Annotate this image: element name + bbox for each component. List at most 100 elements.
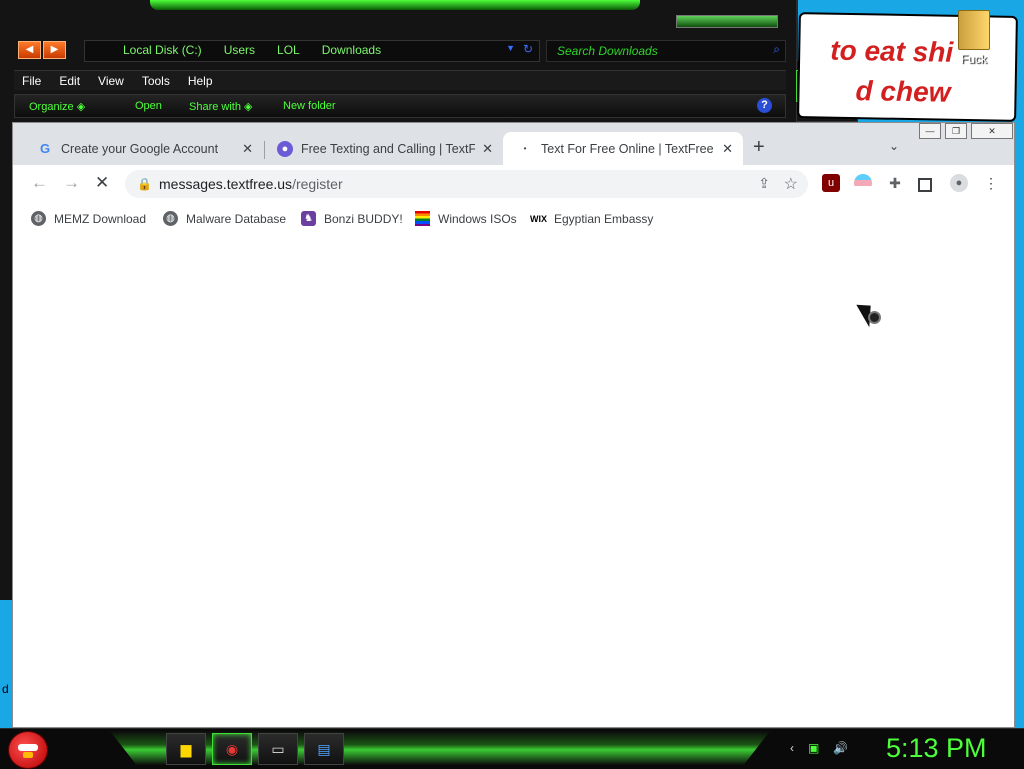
globe-icon: ◍: [163, 211, 178, 226]
window-top-glow: [150, 0, 640, 10]
refresh-icon[interactable]: ↻: [523, 42, 533, 56]
wix-icon: WIX: [530, 213, 547, 224]
forward-button[interactable]: ▶: [43, 41, 66, 59]
organize-button[interactable]: Organize ◈: [29, 100, 85, 113]
back-arrow-icon[interactable]: ←: [31, 173, 48, 193]
new-folder-button[interactable]: New folder: [283, 100, 336, 112]
url-path: /register: [292, 176, 343, 192]
loading-dot-icon: •: [523, 144, 527, 153]
new-tab-button[interactable]: +: [753, 136, 765, 159]
forward-arrow-icon[interactable]: →: [63, 173, 80, 193]
search-placeholder: Search Downloads: [557, 44, 658, 58]
maximize-button[interactable]: ❐: [945, 123, 967, 139]
google-icon: G: [39, 141, 51, 156]
desktop-folder-icon[interactable]: Fuck: [954, 10, 994, 70]
bookmark-star-icon[interactable]: ☆: [784, 174, 798, 194]
tab-textfree-online[interactable]: • Text For Free Online | TextFree W ✕: [503, 132, 743, 165]
url-text: messages.textfree.us/register: [159, 176, 343, 192]
tab-title: Create your Google Account: [61, 141, 219, 156]
explorer-search-input[interactable]: Search Downloads ⌕: [546, 40, 786, 62]
more-menu-icon[interactable]: ⋮: [982, 174, 1000, 192]
rainbow-flag-icon: [415, 211, 430, 226]
help-icon[interactable]: ?: [757, 98, 772, 113]
breadcrumb-item[interactable]: Downloads: [322, 43, 381, 57]
tab-title: Free Texting and Calling | TextFre: [301, 141, 475, 156]
taskbar-pinned-apps: ▆ ◉ ▭ ▤: [166, 733, 344, 765]
bookmark-label: Egyptian Embassy: [554, 211, 654, 226]
explorer-menubar: File Edit View Tools Help: [14, 70, 786, 90]
bonzi-icon: ♞: [301, 211, 316, 226]
close-icon[interactable]: ✕: [482, 141, 493, 157]
window-controls: — ❐ ✕: [919, 123, 1013, 139]
network-icon[interactable]: ▣: [808, 741, 819, 755]
breadcrumb-item[interactable]: Local Disk (C:): [123, 43, 202, 57]
tab-strip: G Create your Google Account ✕ ● Free Te…: [13, 123, 1014, 165]
bookmark-memz[interactable]: ◍ MEMZ Download: [31, 211, 146, 226]
bookmark-malware-database[interactable]: ◍ Malware Database: [163, 211, 286, 226]
app-taskbar-icon[interactable]: ▭: [258, 733, 298, 765]
desktop-partial-label: d: [2, 682, 9, 696]
bookmark-label: Windows ISOs: [438, 211, 517, 226]
trans-flag-extension-icon[interactable]: [854, 174, 872, 192]
desktop-icon-label: Fuck: [960, 52, 987, 66]
volume-icon[interactable]: 🔊: [833, 741, 848, 755]
chevron-down-icon[interactable]: ▼: [506, 43, 515, 53]
menu-help[interactable]: Help: [188, 71, 213, 90]
taskbar: ▆ ◉ ▭ ▤ ‹ ▣ 🔊 5:13 PM: [0, 728, 1024, 769]
taskbar-clock[interactable]: 5:13 PM: [886, 733, 987, 764]
tab-google-account[interactable]: G Create your Google Account ✕: [23, 132, 263, 165]
bookmark-label: Malware Database: [186, 211, 287, 226]
bird-eyes: [18, 744, 38, 751]
menu-tools[interactable]: Tools: [142, 71, 170, 90]
extensions-puzzle-icon[interactable]: ✚: [886, 174, 904, 192]
tab-textfree-calling[interactable]: ● Free Texting and Calling | TextFre ✕: [263, 132, 503, 165]
file-explorer-taskbar-icon[interactable]: ▆: [166, 733, 206, 765]
window-taskbar-icon[interactable]: ▤: [304, 733, 344, 765]
start-button-angry-bird-icon[interactable]: [8, 731, 48, 769]
share-with-button[interactable]: Share with ◈: [189, 100, 253, 113]
menu-edit[interactable]: Edit: [59, 71, 80, 90]
explorer-nav-buttons: ◀ ▶: [18, 41, 66, 59]
explorer-address-row: ◀ ▶ Local Disk (C:) Users LOL Downloads …: [14, 38, 786, 62]
bookmark-windows-isos[interactable]: Windows ISOs: [415, 211, 517, 226]
open-button[interactable]: Open: [135, 100, 162, 112]
bookmark-egyptian-embassy[interactable]: WIX Egyptian Embassy: [530, 211, 654, 226]
chrome-taskbar-icon[interactable]: ◉: [212, 733, 252, 765]
explorer-command-bar: Organize ◈ Open Share with ◈ New folder …: [14, 94, 786, 118]
busy-cursor-icon: [868, 311, 881, 324]
lock-icon[interactable]: 🔒: [137, 177, 152, 191]
minimize-button[interactable]: —: [919, 123, 941, 139]
bookmark-label: MEMZ Download: [54, 211, 147, 226]
close-window-button[interactable]: ✕: [971, 123, 1013, 139]
bookmark-label: Bonzi BUDDY!: [324, 211, 403, 226]
system-tray: ‹ ▣ 🔊: [790, 741, 848, 755]
breadcrumb-item[interactable]: LOL: [277, 43, 300, 57]
close-icon[interactable]: ✕: [242, 141, 253, 157]
explorer-breadcrumb[interactable]: Local Disk (C:) Users LOL Downloads ▼ ↻: [84, 40, 540, 62]
chat-icon: ●: [277, 140, 293, 157]
profile-avatar-icon[interactable]: ●: [950, 174, 968, 192]
chrome-window: G Create your Google Account ✕ ● Free Te…: [12, 122, 1015, 728]
globe-icon: ◍: [31, 211, 46, 226]
address-bar[interactable]: 🔒 messages.textfree.us/register ⇪ ☆: [125, 170, 808, 198]
browser-toolbar: ← → ✕ 🔒 messages.textfree.us/register ⇪ …: [13, 165, 1014, 203]
url-host: messages.textfree.us: [159, 176, 293, 192]
ublock-origin-icon[interactable]: u: [822, 174, 840, 192]
breadcrumb-item[interactable]: Users: [224, 43, 255, 57]
bookmark-bonzi-buddy[interactable]: ♞ Bonzi BUDDY!: [301, 211, 403, 226]
back-button[interactable]: ◀: [18, 41, 41, 59]
menu-file[interactable]: File: [22, 71, 41, 90]
close-icon[interactable]: ✕: [722, 141, 733, 157]
tab-title: Text For Free Online | TextFree W: [541, 141, 715, 156]
side-panel-icon[interactable]: [918, 178, 932, 192]
folder-icon: [958, 10, 990, 50]
menu-view[interactable]: View: [98, 71, 124, 90]
bird-beak: [23, 752, 33, 758]
search-icon[interactable]: ⌕: [773, 42, 780, 57]
banner-text: to eat shi: [830, 34, 954, 68]
tray-chevron-icon[interactable]: ‹: [790, 741, 794, 755]
stop-loading-icon[interactable]: ✕: [95, 173, 109, 193]
share-icon[interactable]: ⇪: [758, 175, 770, 192]
chevron-down-icon[interactable]: ⌄: [889, 139, 899, 153]
explorer-caption-buttons[interactable]: [676, 15, 778, 28]
